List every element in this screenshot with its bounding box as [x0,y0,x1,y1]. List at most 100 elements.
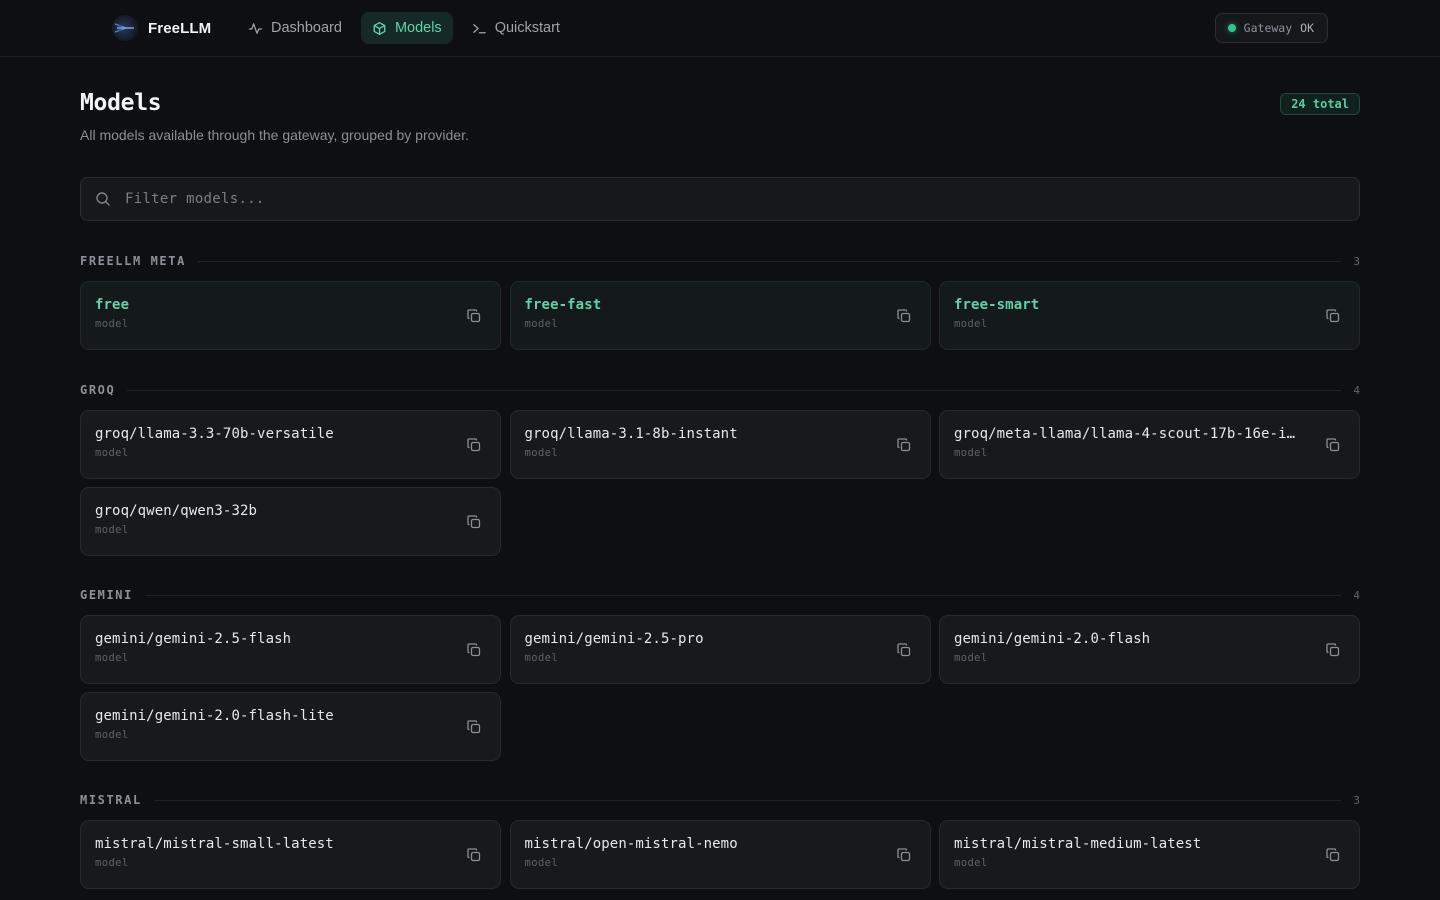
copy-icon[interactable] [1325,642,1341,658]
group-header: FREELLM META 3 [80,253,1360,269]
group-name: GEMINI [80,588,133,602]
model-id: groq/llama-3.3-70b-versatile [95,426,334,442]
group-count: 3 [1353,254,1360,268]
model-id: gemini/gemini-2.0-flash [954,631,1151,647]
model-kind-label: model [95,857,129,869]
model-card-mistral-mistral-medium-latest[interactable]: mistral/mistral-medium-latest model [939,820,1360,889]
copy-icon[interactable] [1325,437,1341,453]
model-card-groq-llama-3-1-8b-instant[interactable]: groq/llama-3.1-8b-instant model [509,410,931,479]
model-card-free-smart[interactable]: free-smart model [939,281,1360,350]
model-id: free [95,297,130,313]
model-card-gemini-gemini-2-5-pro[interactable]: gemini/gemini-2.5-pro model [509,615,931,684]
model-id: groq/qwen/qwen3-32b [95,503,258,519]
activity-icon [248,22,263,34]
copy-icon[interactable] [466,437,482,453]
main-nav: Dashboard Models Quickstart [237,12,571,44]
group-count: 4 [1353,383,1360,397]
copy-icon[interactable] [466,642,482,658]
gateway-status-badge: Gateway OK [1214,13,1328,43]
model-grid: free model free-fast model free-smart model [80,281,1360,350]
model-kind-label: model [524,652,559,664]
model-card-gemini-gemini-2-0-flash[interactable]: gemini/gemini-2.0-flash model [939,615,1360,684]
model-id: groq/meta-llama/llama-4-scout-17b-16e-in… [954,426,1299,442]
model-card-free[interactable]: free model [80,281,501,350]
nav-label-quickstart: Quickstart [494,20,560,36]
copy-icon[interactable] [896,308,912,324]
model-kind-label: model [954,857,988,869]
model-card-mistral-open-mistral-nemo[interactable]: mistral/open-mistral-nemo model [509,820,931,889]
group-name: MISTRAL [80,793,142,807]
nav-item-models[interactable]: Models [360,12,453,44]
model-kind-label: model [524,447,559,459]
model-id: mistral/open-mistral-nemo [524,836,738,852]
group-count: 4 [1353,588,1360,602]
group-name: GROQ [80,383,116,397]
search-icon [96,192,110,206]
copy-icon[interactable] [466,308,482,324]
model-card-gemini-gemini-2-0-flash-lite[interactable]: gemini/gemini-2.0-flash-lite model [80,692,501,761]
model-grid: mistral/mistral-small-latest model mistral… [80,820,1360,889]
model-id: gemini/gemini-2.5-pro [524,631,704,647]
filter-box[interactable] [80,177,1360,221]
model-id: mistral/mistral-medium-latest [954,836,1202,852]
model-grid: gemini/gemini-2.5-flash model gemini/gemin… [80,615,1360,761]
group-count: 3 [1353,793,1360,807]
model-kind-label: model [95,652,129,664]
model-id: gemini/gemini-2.5-flash [95,631,292,647]
copy-icon[interactable] [896,847,912,863]
top-navigation-bar: FreeLLM Dashboard Models Quickstart Gate… [0,0,1440,57]
nav-label-dashboard: Dashboard [271,20,342,36]
provider-group-groq: GROQ 4 groq/llama-3.3-70b-versatile model gr… [80,382,1360,556]
group-header: GEMINI 4 [80,587,1360,603]
model-card-groq-qwen-qwen3-32b[interactable]: groq/qwen/qwen3-32b model [80,487,501,556]
model-kind-label: model [95,729,129,741]
copy-icon[interactable] [1325,308,1341,324]
model-card-free-fast[interactable]: free-fast model [509,281,931,350]
cube-icon [373,21,386,35]
model-id: gemini/gemini-2.0-flash-lite [95,708,334,724]
total-count-badge: 24 total [1280,93,1360,115]
model-id: mistral/mistral-small-latest [95,836,334,852]
status-label: Gateway [1243,21,1293,35]
copy-icon[interactable] [896,642,912,658]
nav-label-models: Models [394,20,442,36]
copy-icon[interactable] [1325,847,1341,863]
copy-icon[interactable] [896,437,912,453]
group-divider [197,260,1342,262]
provider-group-freellm-meta: FREELLM META 3 free model free-fast model free… [80,253,1360,350]
model-grid: groq/llama-3.3-70b-versatile model groq/ll… [80,410,1360,556]
copy-icon[interactable] [466,719,482,735]
model-kind-label: model [524,857,559,869]
model-id: groq/llama-3.1-8b-instant [524,426,738,442]
nav-item-dashboard[interactable]: Dashboard [237,12,353,44]
model-kind-label: model [95,318,129,330]
terminal-icon [472,23,486,33]
model-kind-label: model [95,524,129,536]
brand[interactable]: FreeLLM [112,14,211,42]
freellm-logo-icon [112,15,138,41]
model-kind-label: model [954,652,988,664]
model-kind-label: model [95,447,129,459]
copy-icon[interactable] [466,514,482,530]
status-value: OK [1300,21,1314,35]
model-card-groq-meta-llama-llama-4-scout-17b-16e-instruct[interactable]: groq/meta-llama/llama-4-scout-17b-16e-in… [939,410,1360,479]
group-name: FREELLM META [80,254,186,268]
model-id: free-smart [954,297,1040,313]
model-card-groq-llama-3-3-70b-versatile[interactable]: groq/llama-3.3-70b-versatile model [80,410,501,479]
model-kind-label: model [524,318,559,330]
filter-models-input[interactable] [123,190,1359,208]
group-header: GROQ 4 [80,382,1360,398]
provider-group-mistral: MISTRAL 3 mistral/mistral-small-latest mode… [80,792,1360,889]
group-divider [153,799,1342,801]
page-subtitle: All models available through the gateway… [80,127,469,143]
model-kind-label: model [954,318,988,330]
model-id: free-fast [524,297,602,313]
nav-item-quickstart[interactable]: Quickstart [461,12,571,44]
model-card-mistral-mistral-small-latest[interactable]: mistral/mistral-small-latest model [80,820,501,889]
model-card-gemini-gemini-2-5-flash[interactable]: gemini/gemini-2.5-flash model [80,615,501,684]
copy-icon[interactable] [466,847,482,863]
group-divider [144,594,1342,596]
group-header: MISTRAL 3 [80,792,1360,808]
provider-group-gemini: GEMINI 4 gemini/gemini-2.5-flash model gemin… [80,587,1360,761]
brand-name: FreeLLM [148,19,212,37]
